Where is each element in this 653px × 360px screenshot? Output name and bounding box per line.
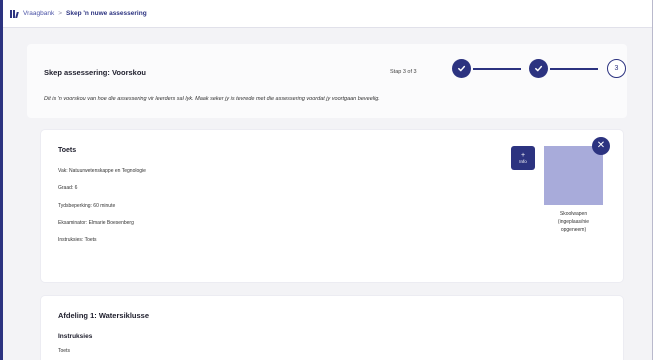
library-icon (10, 9, 19, 18)
breadcrumb-root-link[interactable]: Vraagbank (23, 10, 54, 17)
step-indicator-text: Stap 3 of 3 (390, 69, 417, 75)
check-icon (535, 65, 543, 72)
info-button-label: Info (519, 159, 527, 164)
section-title: Afdeling 1: Watersiklusse (58, 311, 149, 320)
assessment-info-card: Toets Vak: Natuurwetenskappe en Tegnolog… (41, 130, 623, 282)
stepper: 3 (452, 58, 626, 80)
breadcrumb-separator: > (58, 10, 62, 17)
image-caption-text: Skoolwapen (ingeplaas/nie opgeneem) (557, 211, 590, 233)
school-logo-placeholder (544, 146, 603, 205)
info-instructions: Instruksies: Toets (58, 237, 97, 243)
info-subject: Vak: Natuurwetenskappe en Tegnologie (58, 168, 146, 174)
step-1-complete (452, 59, 471, 78)
assessment-title: Toets (58, 147, 77, 154)
remove-image-button[interactable]: ✕ (592, 137, 610, 155)
section-instructions-heading: Instruksies (58, 333, 93, 340)
preview-header: Skep assessering: Voorskou Stap 3 of 3 3… (27, 44, 627, 118)
step-2-complete (529, 59, 548, 78)
info-grade: Graad: 6 (58, 185, 78, 191)
breadcrumb-current: Skep 'n nuwe assessering (66, 10, 147, 17)
window-frame-left (0, 0, 3, 360)
image-caption: Skoolwapen (ingeplaas/nie opgeneem) (544, 210, 603, 234)
add-info-button[interactable]: + Info (511, 146, 535, 170)
plus-icon: + (520, 152, 526, 159)
section-instructions-text: Toets (58, 348, 70, 354)
step-connector (550, 68, 598, 70)
check-icon (458, 65, 466, 72)
breadcrumb: Vraagbank > Skep 'n nuwe assessering (3, 0, 652, 28)
close-icon: ✕ (596, 140, 606, 151)
step-connector (473, 68, 521, 70)
step-3-current: 3 (607, 59, 626, 78)
page-title: Skep assessering: Voorskou (44, 68, 146, 77)
preview-description: Dit is 'n voorskou van hoe die assesseri… (44, 96, 380, 102)
info-time-limit: Tydsbeperking: 60 minute (58, 203, 116, 209)
info-examiner: Eksaminator: Elmarie Boesenberg (58, 220, 134, 226)
section-card: Afdeling 1: Watersiklusse Instruksies To… (41, 296, 623, 360)
